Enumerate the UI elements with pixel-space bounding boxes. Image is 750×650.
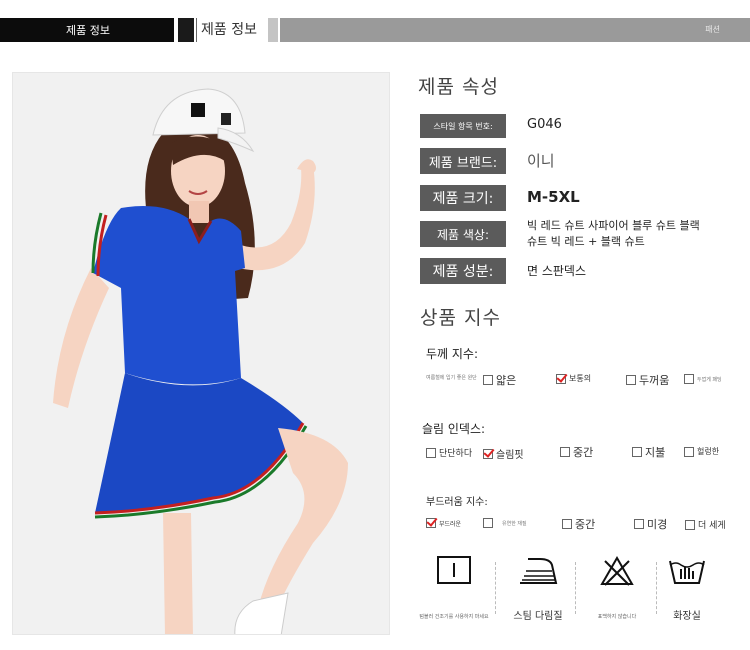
checkbox <box>634 519 644 529</box>
care-label-steam-iron: 스팀 다림질 <box>513 611 563 622</box>
softness-option-2 <box>483 518 496 528</box>
slim-option-2: 슬림핏 <box>483 446 524 461</box>
option-label: 더 세게 <box>698 521 726 531</box>
option-label: 슬림핏 <box>496 450 524 461</box>
checkbox <box>483 375 493 385</box>
header-bar: 제품 정보 제품 정보 패션 <box>0 18 750 42</box>
softness-option-4: 중간 <box>562 516 595 532</box>
tumble-dry-icon <box>437 556 471 584</box>
material-label: 제품 성분: <box>420 258 506 284</box>
care-label-hand-wash: 화장실 <box>673 611 701 622</box>
option-label: 두껍게 패딩 <box>697 376 722 383</box>
checkbox-checked <box>556 373 566 384</box>
header-tab-left-label: 제품 정보 <box>66 24 110 37</box>
checkbox-checked <box>483 448 493 459</box>
product-photo <box>12 72 390 635</box>
checkbox <box>483 518 493 528</box>
brand-label: 제품 브랜드: <box>420 148 506 174</box>
checkbox <box>562 519 572 529</box>
thickness-option-5: 두껍게 패딩 <box>684 374 722 384</box>
steam-iron-icon <box>520 558 558 584</box>
checkbox <box>626 375 636 385</box>
softness-option-3: 유연한 재질 <box>502 520 527 527</box>
slim-option-3: 중간 <box>560 444 593 460</box>
header-divider-light <box>268 18 278 42</box>
care-label-tumble-dry: 텀블러 건조기를 사용하지 마세요 <box>419 614 489 620</box>
checkbox <box>684 446 694 457</box>
option-label: 지불 <box>645 446 666 459</box>
care-item-steam-iron: 스팀 다림질 <box>499 555 577 625</box>
option-label: 중간 <box>575 518 596 531</box>
option-label: 두꺼움 <box>639 374 670 387</box>
checkbox-checked <box>426 518 436 528</box>
option-label: 여름철에 입기 좋은 원단 <box>426 375 477 381</box>
softness-option-6: 더 세게 <box>685 518 726 531</box>
thickness-index-title: 두께 지수: <box>426 347 479 361</box>
header-tab-right-label: 제품 정보 <box>201 22 257 38</box>
model-illustration <box>53 88 348 634</box>
brand-value: 이니 <box>527 152 555 170</box>
thickness-option-4: 두꺼움 <box>626 372 669 388</box>
care-divider <box>575 562 576 614</box>
size-label: 제품 크기: <box>420 185 506 211</box>
checkbox <box>684 374 694 384</box>
care-item-no-bleach: 표백하지 않습니다 <box>578 555 656 625</box>
style-number-value: G046 <box>527 117 562 132</box>
softness-option-5: 미경 <box>634 516 667 532</box>
checkbox <box>632 447 642 457</box>
header-strip: 패션 <box>280 18 750 42</box>
index-title: 상품 지수 <box>420 307 501 329</box>
care-label-no-bleach: 표백하지 않습니다 <box>597 614 637 620</box>
option-label: 유연한 재질 <box>502 521 527 527</box>
option-label: 얇은 <box>496 374 517 387</box>
care-divider <box>495 562 496 614</box>
slim-option-1: 단단하다 <box>426 446 472 459</box>
checkbox <box>426 447 436 458</box>
header-tab-right: 제품 정보 <box>196 18 266 42</box>
material-value: 면 스판덱스 <box>527 264 587 278</box>
slim-option-5: 헐렁한 <box>684 446 719 457</box>
header-corner-text: 패션 <box>705 25 720 34</box>
slim-index-title: 슬림 인덱스: <box>422 422 486 436</box>
header-divider <box>178 18 194 42</box>
checkbox <box>685 519 695 530</box>
thickness-option-2: 얇은 <box>483 372 516 388</box>
thickness-option-1: 여름철에 입기 좋은 원단 <box>426 374 477 381</box>
color-value: 빅 레드 슈트 사파이어 블루 슈트 블랙 슈트 빅 레드 + 블랙 슈트 <box>527 219 700 248</box>
attributes-title: 제품 속성 <box>418 76 499 98</box>
care-item-hand-wash: 화장실 <box>648 555 726 625</box>
option-label: 부드러운 <box>439 520 462 528</box>
option-label: 미경 <box>647 518 668 531</box>
softness-option-1: 부드러운 <box>426 518 461 528</box>
thickness-option-3: 보통의 <box>556 373 591 384</box>
color-label: 제품 색상: <box>420 221 506 247</box>
header-tab-left: 제품 정보 <box>0 18 174 42</box>
option-label: 보통의 <box>569 374 592 383</box>
no-bleach-icon <box>600 555 634 586</box>
option-label: 단단하다 <box>439 449 473 459</box>
option-label: 헐렁한 <box>697 447 720 456</box>
option-label: 중간 <box>573 446 594 459</box>
softness-index-title: 부드러움 지수: <box>426 497 488 508</box>
size-value: M-5XL <box>527 188 580 206</box>
hand-wash-icon <box>669 560 705 584</box>
checkbox <box>560 447 570 457</box>
care-item-tumble-dry: 텀블러 건조기를 사용하지 마세요 <box>415 555 493 625</box>
style-number-label: 스타일 항목 번호: <box>420 114 506 138</box>
slim-option-4: 지불 <box>632 444 665 460</box>
